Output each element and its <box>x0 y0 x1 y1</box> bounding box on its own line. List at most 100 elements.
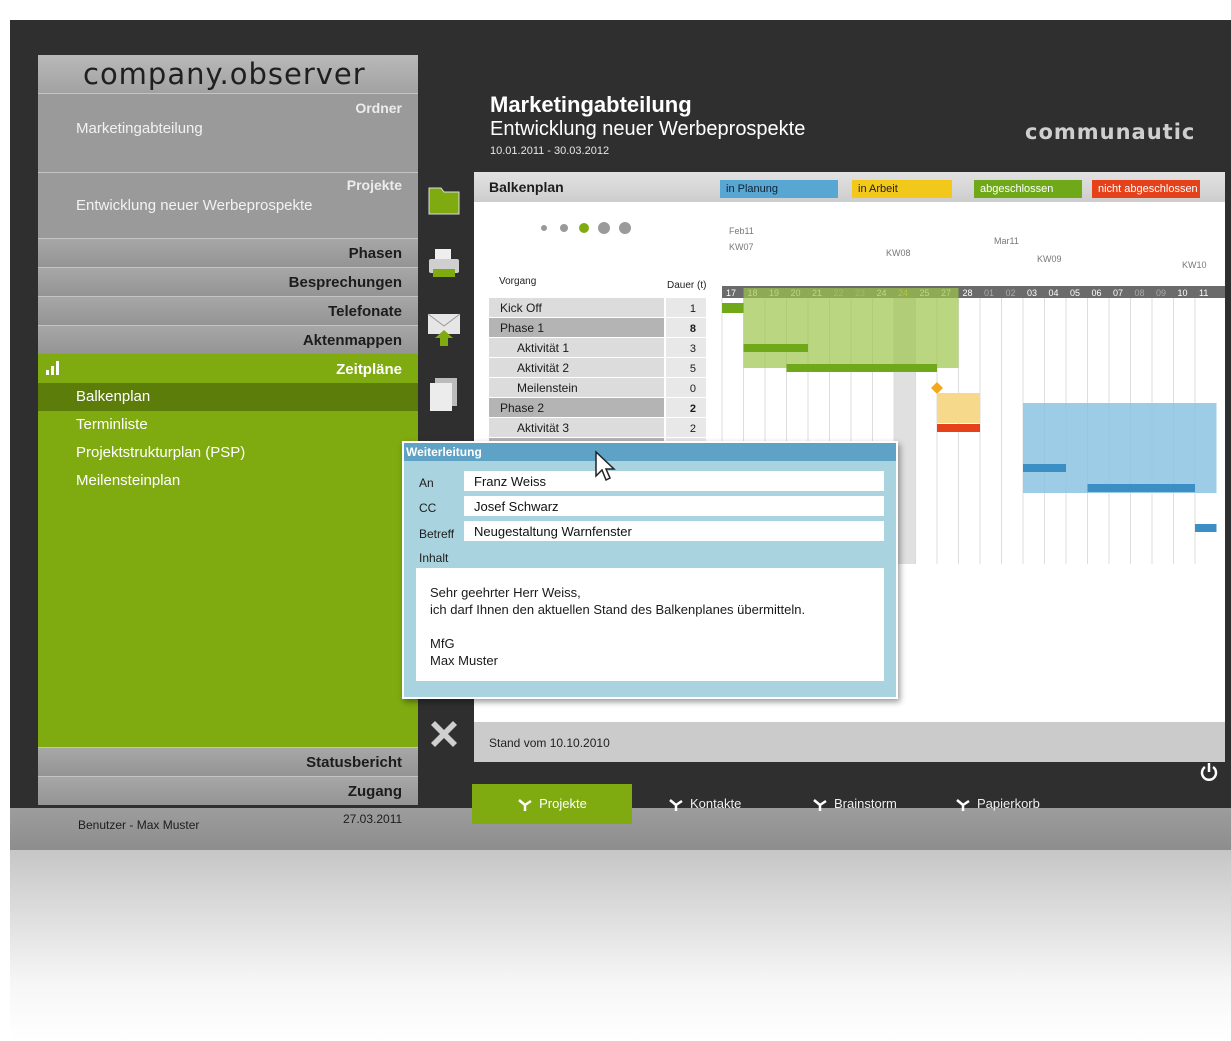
body-line: Max Muster <box>430 653 498 668</box>
task-duration-cell <box>666 298 706 317</box>
sidebar-item-telefonate[interactable]: Telefonate <box>38 296 418 325</box>
sidebar-section-zeitplaene: Zeitpläne Balkenplan Terminliste Projekt… <box>38 354 418 747</box>
task-duration: 0 <box>690 383 696 395</box>
bar-phase2-area <box>937 393 980 423</box>
cc-label: CC <box>419 501 437 515</box>
tab-projekte[interactable]: Projekte <box>472 784 632 824</box>
tab-papierkorb[interactable]: Papierkorb <box>955 784 1040 824</box>
task-duration-cell <box>666 358 706 377</box>
an-field[interactable]: Franz Weiss <box>464 471 884 491</box>
month-feb: Feb11 <box>729 226 754 236</box>
week-kw10: KW10 <box>1182 260 1207 270</box>
message-body[interactable]: Sehr geehrter Herr Weiss, ich darf Ihnen… <box>416 568 884 681</box>
task-name: Meilenstein <box>517 381 578 395</box>
task-name: Phase 2 <box>500 401 544 415</box>
task-name: Aktivität 3 <box>517 421 569 435</box>
task-row <box>489 338 664 357</box>
delete-icon[interactable] <box>425 715 463 753</box>
task-duration-cell <box>666 378 706 397</box>
task-row <box>489 418 664 437</box>
bar-kickoff <box>722 303 744 313</box>
inhalt-label: Inhalt <box>419 551 449 565</box>
current-date: 27.03.2011 <box>343 812 403 826</box>
sidebar-item-statusbericht[interactable]: Statusbericht <box>38 747 418 776</box>
sidebar-section-ordner[interactable]: Ordner Marketingabteilung <box>38 93 418 172</box>
legend-abgeschlossen: abgeschlossen <box>974 180 1082 198</box>
day-label: 07 <box>1113 288 1123 298</box>
bar-aktivitaet2 <box>786 364 937 372</box>
company-logo: communautic <box>1025 120 1196 144</box>
forward-dialog: Weiterleitung An Franz Weiss CC Josef Sc… <box>402 441 898 699</box>
zeitplaene-header[interactable]: Zeitpläne <box>38 354 418 383</box>
day-label: 05 <box>1070 288 1080 298</box>
sidebar-item-phasen[interactable]: Phasen <box>38 238 418 267</box>
sidebar-item-zugang[interactable]: Zugang <box>38 776 418 805</box>
day-label: 09 <box>1156 288 1166 298</box>
tab-kontakte[interactable]: Kontakte <box>668 784 741 824</box>
projekte-value[interactable]: Entwicklung neuer Werbeprospekte <box>38 193 418 214</box>
folder-icon[interactable] <box>425 180 463 218</box>
copy-icon[interactable] <box>425 375 463 413</box>
day-label: 06 <box>1092 288 1102 298</box>
sidebar-item-psp[interactable]: Projektstrukturplan (PSP) <box>38 439 418 467</box>
sidebar-item-terminliste[interactable]: Terminliste <box>38 411 418 439</box>
mouse-cursor-icon <box>595 450 616 482</box>
legend-nicht-abgeschlossen: nicht abgeschlossen <box>1092 180 1200 198</box>
day-label: 04 <box>1049 288 1059 298</box>
week-kw08: KW08 <box>886 248 911 258</box>
power-icon[interactable] <box>1200 762 1218 782</box>
page-title: Marketingabteilung <box>490 92 692 117</box>
sidebar-item-meilensteinplan[interactable]: Meilensteinplan <box>38 467 418 495</box>
day-label: 17 <box>726 288 736 298</box>
betreff-field[interactable]: Neugestaltung Warnfenster <box>464 521 884 541</box>
cc-field[interactable]: Josef Schwarz <box>464 496 884 516</box>
bar-phase3-task3 <box>1195 524 1217 532</box>
task-duration-cell <box>666 318 706 337</box>
task-name: Phase 1 <box>500 321 544 335</box>
col-vorgang: Vorgang <box>499 276 536 287</box>
task-duration-cell <box>666 338 706 357</box>
week-kw09: KW09 <box>1037 254 1062 264</box>
task-duration-cell <box>666 398 706 417</box>
day-label: 01 <box>984 288 994 298</box>
tab-brainstorm[interactable]: Brainstorm <box>812 784 897 824</box>
sidebar-item-balkenplan[interactable]: Balkenplan <box>38 383 418 411</box>
task-name: Aktivität 1 <box>517 341 569 355</box>
day-label: 10 <box>1178 288 1188 298</box>
day-label: 08 <box>1135 288 1145 298</box>
current-user: Benutzer - Max Muster <box>78 818 200 832</box>
task-duration: 3 <box>690 343 696 355</box>
legend-in-planung: in Planung <box>720 180 838 198</box>
gantt-title: Balkenplan <box>489 179 564 195</box>
ordner-value[interactable]: Marketingabteilung <box>38 116 418 137</box>
reflection <box>10 850 1231 1041</box>
task-name: Aktivität 2 <box>517 361 569 375</box>
sidebar-section-projekte[interactable]: Projekte Entwicklung neuer Werbeprospekt… <box>38 172 418 238</box>
printer-icon[interactable] <box>425 245 463 283</box>
sidebar-item-aktenmappen[interactable]: Aktenmappen <box>38 325 418 354</box>
sidebar: company.observer Ordner Marketingabteilu… <box>38 55 418 805</box>
task-duration: 2 <box>690 423 696 435</box>
mail-forward-icon[interactable] <box>425 310 463 348</box>
week-kw07: KW07 <box>729 242 754 252</box>
gantt-header: Balkenplan in Planung in Arbeit abgeschl… <box>474 172 1225 202</box>
bar-phase3-task2 <box>1087 484 1195 492</box>
sidebar-item-besprechungen[interactable]: Besprechungen <box>38 267 418 296</box>
an-label: An <box>419 476 434 490</box>
pinwheel-icon <box>518 798 532 811</box>
task-duration-cell <box>666 418 706 437</box>
day-label: 11 <box>1199 288 1208 298</box>
betreff-label: Betreff <box>419 527 455 541</box>
day-label: 03 <box>1027 288 1037 298</box>
body-line: Sehr geehrter Herr Weiss, <box>430 585 581 600</box>
task-row <box>489 358 664 377</box>
col-dauer: Dauer (t) <box>667 280 706 291</box>
month-mar: Mar11 <box>994 236 1019 246</box>
day-label: 02 <box>1006 288 1016 298</box>
ordner-header: Ordner <box>355 100 402 116</box>
bar-aktivitaet1 <box>743 344 808 352</box>
tab-label: Papierkorb <box>977 796 1040 811</box>
tab-label: Projekte <box>539 796 587 811</box>
day-label: 28 <box>963 288 973 298</box>
task-duration: 1 <box>690 303 696 315</box>
